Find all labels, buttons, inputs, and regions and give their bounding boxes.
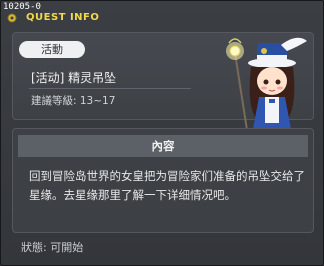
recommended-level: 建議等級: 13~17 <box>31 95 116 107</box>
quest-info-window: 10205-0 QUEST INFO 活動 [活动] 精灵吊坠 建議等級: 13… <box>0 0 324 266</box>
window-title: QUEST INFO <box>26 12 100 23</box>
quest-status: 狀態: 可開始 <box>21 241 84 254</box>
quest-name: [活动] 精灵吊坠 <box>31 71 117 85</box>
content-header: 內容 <box>18 135 308 157</box>
content-text: 回到冒险岛世界的女皇把为冒险家们准备的吊坠交给了星缘。去星缘那里了解一下详细情况… <box>29 169 305 202</box>
gear-icon <box>7 13 17 23</box>
title-bar[interactable]: QUEST INFO <box>4 11 124 26</box>
divider <box>29 88 191 89</box>
quest-content-panel: 內容 回到冒险岛世界的女皇把为冒险家们准备的吊坠交给了星缘。去星缘那里了解一下详… <box>12 128 314 233</box>
event-tag: 活動 <box>19 41 85 58</box>
quest-summary-panel: 活動 [活动] 精灵吊坠 建議等級: 13~17 <box>12 32 314 144</box>
